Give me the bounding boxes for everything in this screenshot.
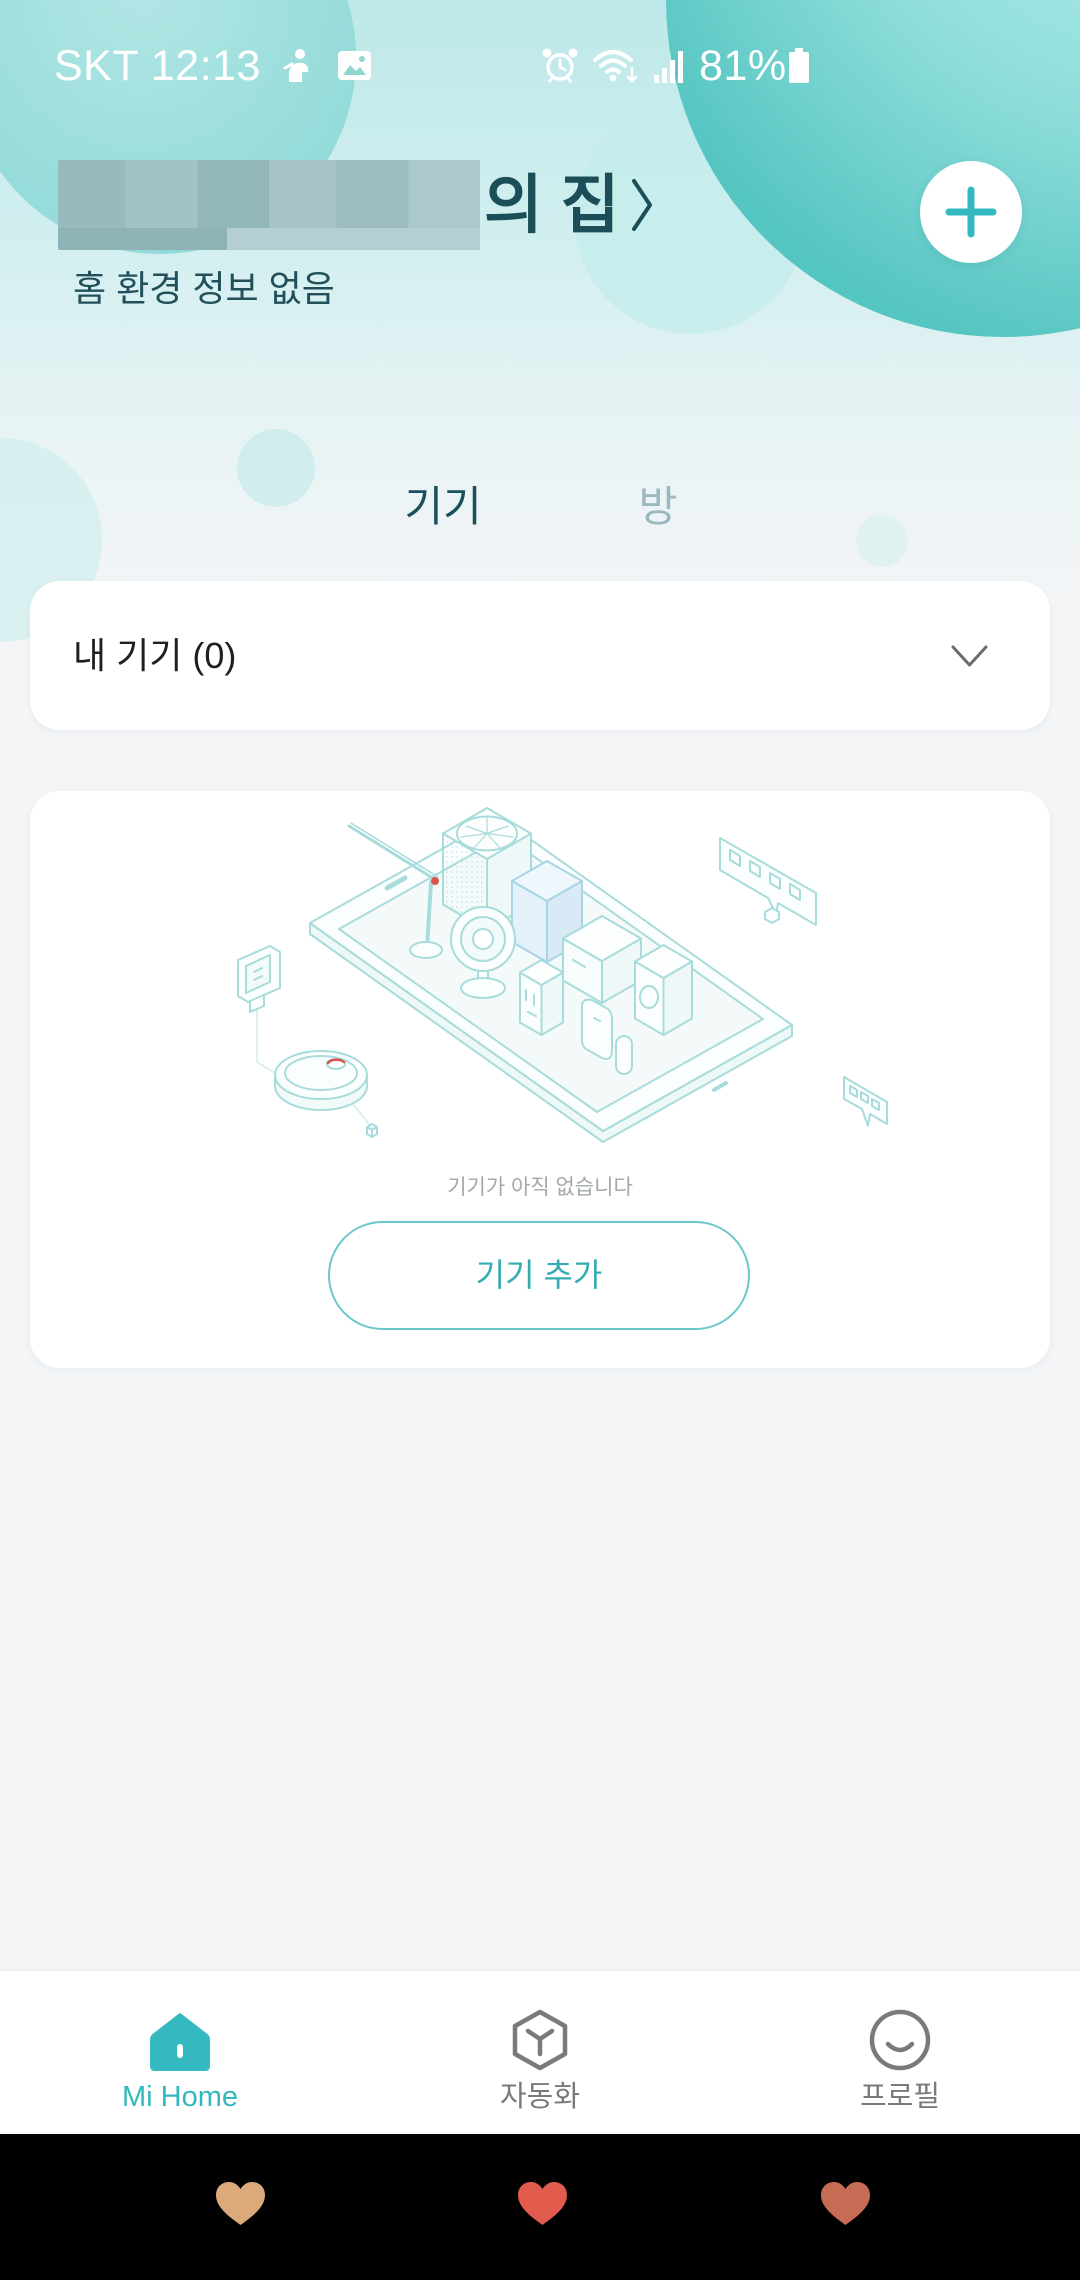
- automation-icon: [512, 2009, 568, 2071]
- empty-state-message: 기기가 아직 없습니다: [447, 1176, 633, 1199]
- home-heart-icon[interactable]: [516, 2180, 569, 2227]
- tab-devices[interactable]: 기기: [373, 480, 513, 534]
- battery-percent: 81%: [699, 42, 787, 90]
- home-title[interactable]: 의 집: [484, 160, 656, 250]
- home-environment-status: 홈 환경 정보 없음: [73, 268, 335, 309]
- my-devices-card[interactable]: 내 기기 (0): [30, 581, 1050, 730]
- battery-icon: [789, 48, 809, 83]
- signal-icon: [654, 51, 683, 83]
- chevron-right-icon: [631, 179, 652, 231]
- nav-item-automation[interactable]: 자동화: [360, 1971, 720, 2135]
- my-devices-label: 내 기기 (0): [73, 635, 237, 676]
- nav-label-mi-home: Mi Home: [121, 2081, 238, 2113]
- alarm-icon: [542, 48, 578, 83]
- chevron-down-icon[interactable]: [951, 644, 988, 669]
- nav-item-profile[interactable]: 프로필: [720, 1971, 1080, 2135]
- profile-icon: [869, 2009, 931, 2071]
- bottom-navigation: Mi Home 자동화 프로필: [0, 1970, 1080, 2134]
- nav-label-automation: 자동화: [499, 2081, 581, 2113]
- nav-label-profile: 프로필: [859, 2081, 941, 2113]
- notification-icon: [283, 49, 309, 82]
- home-icon: [150, 2013, 210, 2071]
- plus-icon: [945, 186, 997, 238]
- add-button[interactable]: [920, 161, 1022, 263]
- redacted-home-name: [58, 160, 480, 250]
- nav-item-mi-home[interactable]: Mi Home: [0, 1971, 360, 2135]
- add-device-button[interactable]: 기기 추가: [328, 1221, 750, 1330]
- empty-state-card: 기기가 아직 없습니다 기기 추가: [30, 791, 1050, 1368]
- back-heart-icon[interactable]: [819, 2180, 872, 2227]
- tab-rooms[interactable]: 방: [588, 480, 728, 534]
- image-icon: [338, 51, 371, 80]
- status-bar: SKT 12:13 81%: [0, 0, 1080, 130]
- home-name: 의 집: [484, 169, 620, 241]
- mi-home-screen: SKT 12:13 81% 의 집 홈 환경 정보 없음 기기 방 내 기기 (…: [0, 0, 1080, 2280]
- system-navigation-bar: [0, 2134, 1080, 2280]
- devices-illustration: [237, 807, 888, 1143]
- carrier-time: SKT 12:13: [54, 42, 261, 90]
- wifi-icon: [593, 50, 638, 83]
- recent-apps-heart-icon[interactable]: [214, 2180, 267, 2227]
